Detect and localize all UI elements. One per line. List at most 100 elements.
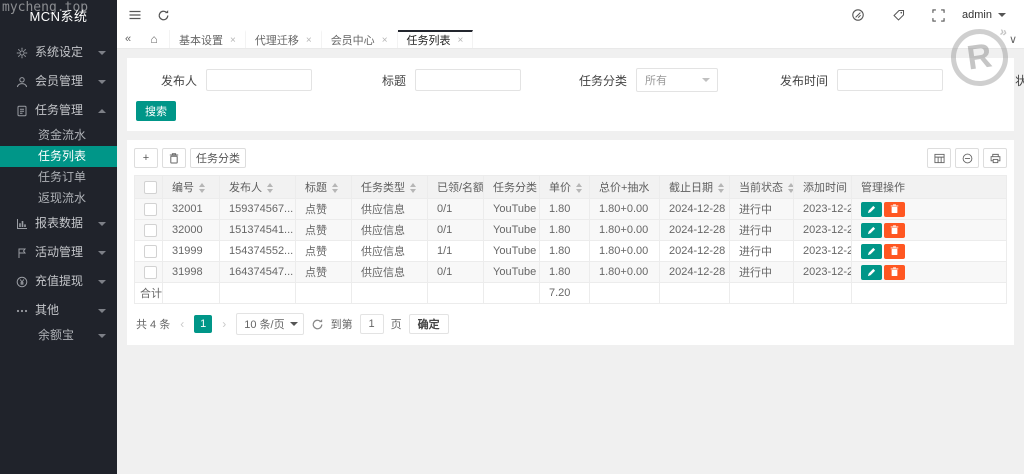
actions-cell [852,262,1007,283]
search-panel: 发布人标题任务分类所有发布时间状态全部 搜索 [127,58,1014,131]
cell: 154374552... [220,241,296,262]
goto-confirm-button[interactable]: 确定 [409,314,449,334]
close-icon[interactable]: × [306,35,312,46]
column-header[interactable]: 编号 [163,176,220,199]
user-menu[interactable]: admin [958,9,1010,21]
column-header[interactable]: 发布人 [220,176,296,199]
task-category-select[interactable]: 所有 [636,68,718,92]
refresh-page-icon[interactable] [149,0,177,30]
sort-icon[interactable] [267,183,273,193]
delete-button[interactable] [884,244,905,259]
edit-button[interactable] [861,265,882,280]
column-header[interactable]: 截止日期 [660,176,730,199]
tab-2[interactable]: 会员中心× [322,30,398,48]
sidebar-item-recharge-withdraw[interactable]: 充值提现 [0,267,117,296]
sidebar-subitem-task-list[interactable]: 任务列表 [0,146,117,167]
prev-page-icon[interactable]: ‹ [177,317,187,331]
title-input[interactable] [415,69,521,91]
table-tools [923,148,1007,168]
collapse-sidebar-icon[interactable] [121,0,149,30]
cell: 供应信息 [352,199,428,220]
sidebar-item-label: 活动管理 [35,238,83,267]
chevron-icon [98,51,106,55]
sidebar-item-report-data[interactable]: 报表数据 [0,209,117,238]
fullscreen-icon[interactable] [918,0,958,30]
sort-icon[interactable] [718,183,724,193]
cell: 1.80 [540,199,590,220]
sort-icon[interactable] [199,183,205,193]
cell: 1.80+0.00 [590,262,660,283]
tab-1[interactable]: 代理迁移× [246,30,322,48]
tag-icon[interactable] [878,0,918,30]
sidebar-item-others[interactable]: 其他 [0,296,117,325]
total-label: 合计 [135,283,163,304]
add-button[interactable]: + [134,148,158,168]
delete-selected-button[interactable] [162,148,186,168]
delete-button[interactable] [884,265,905,280]
column-header[interactable]: 任务类型 [352,176,428,199]
sidebar-item-activity-management[interactable]: 活动管理 [0,238,117,267]
row-checkbox[interactable] [144,203,157,216]
tabs-dropdown-icon[interactable]: ∨ [1002,30,1024,48]
row-checkbox[interactable] [144,266,157,279]
page-size-select[interactable]: 10 条/页 [236,313,303,335]
sidebar-subitem-yuebao[interactable]: 余额宝 [0,325,117,346]
pagination: 共 4 条 ‹ 1 › 10 条/页 到第 页 确定 [136,313,1007,335]
cell: 0/1 [428,262,484,283]
select-all-checkbox[interactable] [144,181,157,194]
cell: 1.80 [540,262,590,283]
column-header[interactable]: 添加时间 [794,176,852,199]
cell: 0/1 [428,199,484,220]
home-tab[interactable]: ⌂ [139,30,170,48]
tabs-scroll-left-icon[interactable]: « [117,30,139,48]
sort-icon[interactable] [576,183,582,193]
export-icon[interactable] [955,148,979,168]
sidebar-item-label: 会员管理 [35,67,83,96]
print-icon[interactable] [983,148,1007,168]
refresh-table-icon[interactable] [311,318,324,331]
cell: 2024-12-28 [660,241,730,262]
close-icon[interactable]: × [382,35,388,46]
close-icon[interactable]: × [458,35,464,46]
edit-button[interactable] [861,202,882,217]
delete-button[interactable] [884,202,905,217]
publisher-input[interactable] [206,69,312,91]
goto-page-input[interactable] [360,314,384,334]
tab-0[interactable]: 基本设置× [170,30,246,48]
sidebar-item-task-management[interactable]: 任务管理 [0,96,117,125]
column-header[interactable]: 任务分类 [484,176,540,199]
task-category-button[interactable]: 任务分类 [190,148,246,168]
current-page-button[interactable]: 1 [194,315,212,333]
column-header[interactable]: 标题 [296,176,352,199]
clear-cache-icon[interactable] [838,0,878,30]
gear-icon [15,46,28,59]
tab-3[interactable]: 任务列表× [398,30,474,48]
chevron-icon [98,222,106,226]
edit-button[interactable] [861,244,882,259]
sidebar-subitem-task-orders[interactable]: 任务订单 [0,167,117,188]
publish-time-input[interactable] [837,69,943,91]
filter-columns-icon[interactable] [927,148,951,168]
column-header[interactable]: 当前状态 [730,176,794,199]
sort-icon[interactable] [410,183,416,193]
sidebar-menu: 系统设定会员管理任务管理资金流水任务列表任务订单返现流水报表数据活动管理充值提现… [0,34,117,346]
sort-icon[interactable] [788,183,794,193]
sidebar-subitem-cashback-flow[interactable]: 返现流水 [0,188,117,209]
close-icon[interactable]: × [230,35,236,46]
sidebar-item-system-settings[interactable]: 系统设定 [0,38,117,67]
row-checkbox[interactable] [144,245,157,258]
sidebar-item-label: 其他 [35,296,59,325]
column-header[interactable]: 单价 [540,176,590,199]
sidebar-subitem-fund-flow[interactable]: 资金流水 [0,125,117,146]
sidebar-item-member-management[interactable]: 会员管理 [0,67,117,96]
table-row: 32000151374541...点赞供应信息0/1YouTube1.801.8… [135,220,1007,241]
app-logo: MCN系统 [0,0,117,34]
search-button[interactable]: 搜索 [136,101,176,121]
dots-icon [15,304,28,317]
edit-button[interactable] [861,223,882,238]
sort-icon[interactable] [332,183,338,193]
chevron-icon [98,309,106,313]
delete-button[interactable] [884,223,905,238]
next-page-icon[interactable]: › [219,317,229,331]
row-checkbox[interactable] [144,224,157,237]
